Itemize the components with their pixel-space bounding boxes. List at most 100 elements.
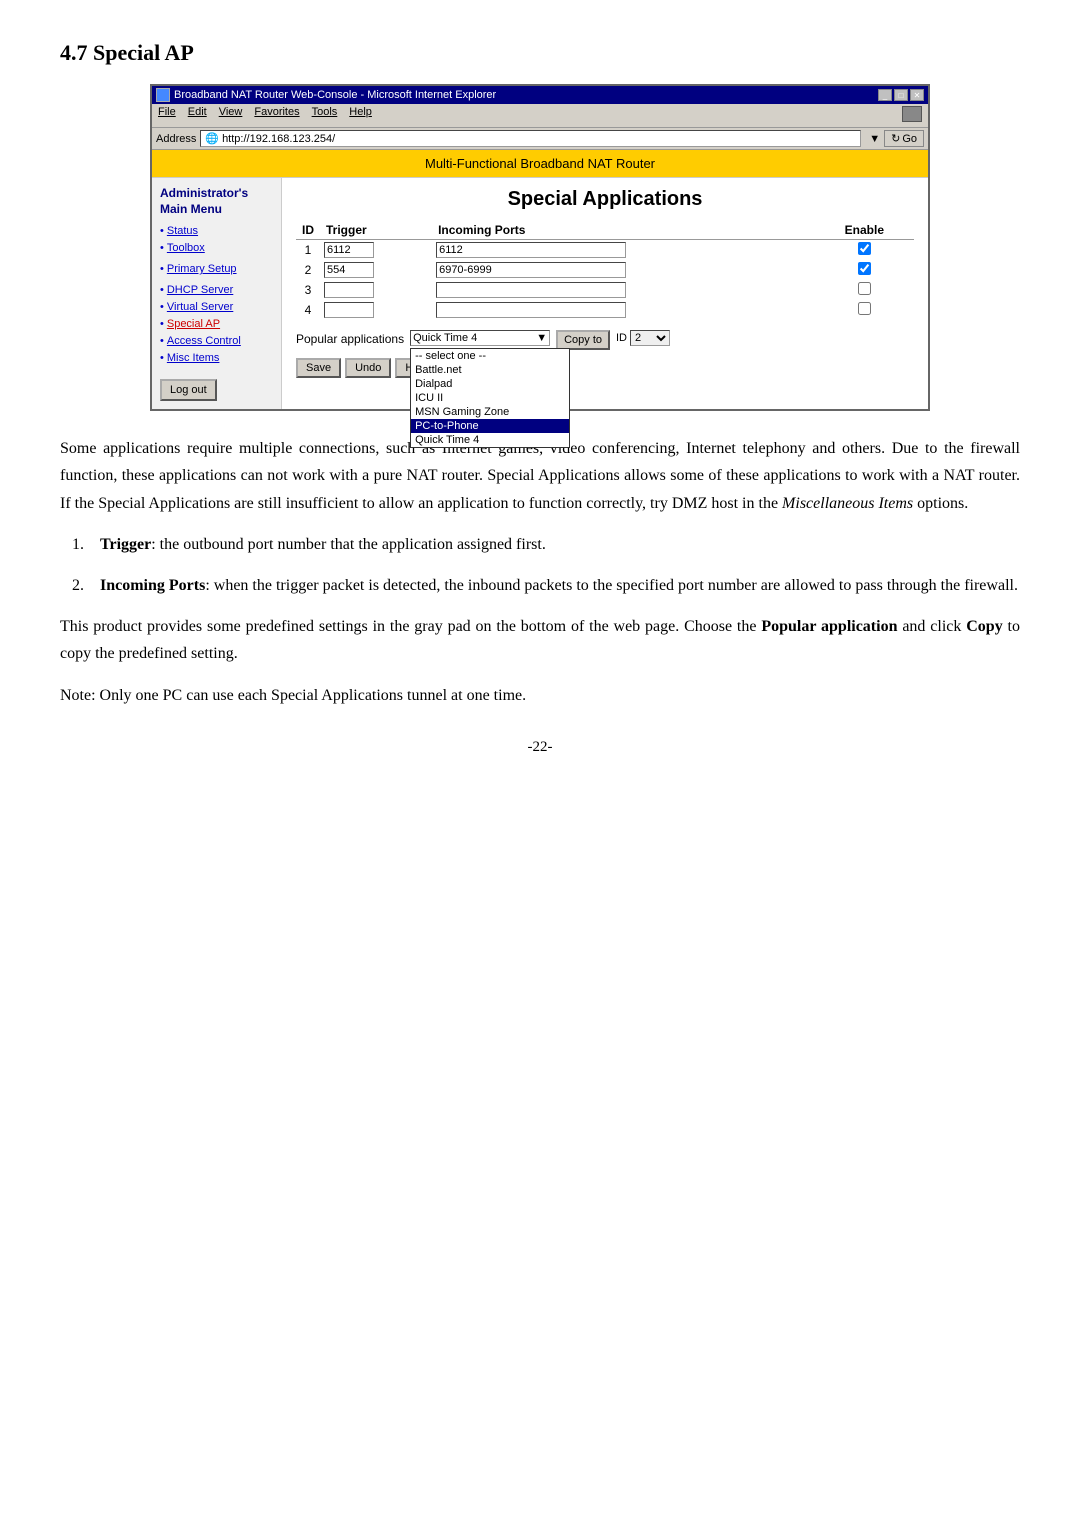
select-arrow-icon: ▼	[536, 332, 547, 344]
row3-trigger-cell	[320, 280, 432, 300]
option-battle-net[interactable]: Battle.net	[411, 363, 569, 377]
logout-button[interactable]: Log out	[160, 379, 217, 401]
sidebar-item-special-ap[interactable]: Special AP	[160, 318, 273, 333]
dropdown-arrow[interactable]: ▼	[869, 133, 880, 145]
refresh-icon: ↻	[891, 132, 900, 145]
menu-help[interactable]: Help	[349, 106, 372, 125]
sidebar-link-special-ap[interactable]: Special AP	[167, 318, 220, 330]
option-icu-ii[interactable]: ICU II	[411, 391, 569, 405]
menu-favorites[interactable]: Favorites	[254, 106, 299, 125]
address-input[interactable]: 🌐 http://192.168.123.254/	[200, 130, 861, 147]
address-icon: 🌐	[205, 132, 219, 145]
option-select-one[interactable]: -- select one --	[411, 349, 569, 363]
sidebar-item-access-control[interactable]: Access Control	[160, 335, 273, 350]
row4-incoming-cell	[432, 300, 815, 320]
row1-id: 1	[296, 240, 320, 261]
body-text: Some applications require multiple conne…	[60, 435, 1020, 709]
row4-enable-checkbox[interactable]	[858, 302, 871, 315]
menu-file[interactable]: File	[158, 106, 176, 125]
go-button[interactable]: ↻ Go	[884, 130, 924, 147]
popular-app-bold: Popular application	[761, 618, 897, 635]
sidebar-link-misc[interactable]: Misc Items	[167, 352, 220, 364]
col-incoming: Incoming Ports	[432, 221, 815, 240]
option-quicktime4[interactable]: Quick Time 4	[411, 433, 569, 447]
menu-tools[interactable]: Tools	[312, 106, 338, 125]
incoming-ports-term: Incoming Ports	[100, 577, 205, 594]
list-num-2: 2.	[60, 572, 84, 599]
sidebar-item-dhcp[interactable]: DHCP Server	[160, 284, 273, 299]
row3-id: 3	[296, 280, 320, 300]
row1-incoming-input[interactable]	[436, 242, 626, 258]
save-button[interactable]: Save	[296, 358, 341, 378]
row2-enable-cell	[815, 260, 914, 280]
popular-row: Popular applications Quick Time 4 ▼ -- s…	[296, 330, 914, 350]
menu-view[interactable]: View	[219, 106, 243, 125]
option-pc-to-phone[interactable]: PC-to-Phone	[411, 419, 569, 433]
row2-enable-checkbox[interactable]	[858, 262, 871, 275]
titlebar-left: Broadband NAT Router Web-Console - Micro…	[156, 88, 496, 102]
row2-trigger-cell	[320, 260, 432, 280]
col-id: ID	[296, 221, 320, 240]
router-main: Special Applications ID Trigger Incoming…	[282, 178, 928, 409]
sidebar-item-virtual-server[interactable]: Virtual Server	[160, 301, 273, 316]
row3-enable-checkbox[interactable]	[858, 282, 871, 295]
sidebar-link-primary-setup[interactable]: Primary Setup	[167, 263, 237, 275]
page-footer: -22-	[60, 739, 1020, 756]
copy-bold: Copy	[966, 618, 1002, 635]
row4-trigger-input[interactable]	[324, 302, 374, 318]
row1-enable-checkbox[interactable]	[858, 242, 871, 255]
sidebar-link-status[interactable]: Status	[167, 225, 198, 237]
row2-incoming-cell	[432, 260, 815, 280]
row4-id: 4	[296, 300, 320, 320]
row1-incoming-cell	[432, 240, 815, 261]
row2-trigger-input[interactable]	[324, 262, 374, 278]
popular-select-wrapper: Quick Time 4 ▼ -- select one -- Battle.n…	[410, 330, 550, 346]
row2-incoming-input[interactable]	[436, 262, 626, 278]
option-dialpad[interactable]: Dialpad	[411, 377, 569, 391]
sidebar-title: Administrator's Main Menu	[160, 186, 273, 217]
table-row: 1	[296, 240, 914, 261]
popular-select[interactable]: Quick Time 4 ▼	[410, 330, 550, 346]
browser-window: Broadband NAT Router Web-Console - Micro…	[150, 84, 930, 411]
browser-menubar: File Edit View Favorites Tools Help	[152, 104, 928, 128]
sidebar-link-virtual-server[interactable]: Virtual Server	[167, 301, 233, 313]
sidebar-item-misc[interactable]: Misc Items	[160, 352, 273, 367]
list-content-2: Incoming Ports: when the trigger packet …	[100, 572, 1020, 599]
option-msn-gaming[interactable]: MSN Gaming Zone	[411, 405, 569, 419]
maximize-button[interactable]: □	[894, 89, 908, 101]
row3-enable-cell	[815, 280, 914, 300]
minimize-button[interactable]: _	[878, 89, 892, 101]
window-controls[interactable]: _ □ ✕	[878, 89, 924, 101]
sidebar-link-toolbox[interactable]: Toolbox	[167, 242, 205, 254]
sidebar-item-toolbox[interactable]: Toolbox	[160, 242, 273, 257]
row4-incoming-input[interactable]	[436, 302, 626, 318]
popular-dropdown[interactable]: -- select one -- Battle.net Dialpad ICU …	[410, 348, 570, 448]
address-url[interactable]: http://192.168.123.254/	[222, 133, 335, 145]
list-item-1: 1. Trigger: the outbound port number tha…	[60, 531, 1020, 558]
menu-edit[interactable]: Edit	[188, 106, 207, 125]
sidebar-item-status[interactable]: Status	[160, 225, 273, 240]
router-content: Multi-Functional Broadband NAT Router Ad…	[152, 150, 928, 409]
bottom-buttons: Save Undo Help	[296, 358, 914, 378]
router-sidebar: Administrator's Main Menu Status Toolbox…	[152, 178, 282, 409]
main-title: Special Applications	[296, 188, 914, 211]
row1-enable-cell	[815, 240, 914, 261]
sidebar-link-dhcp[interactable]: DHCP Server	[167, 284, 233, 296]
row4-trigger-cell	[320, 300, 432, 320]
row1-trigger-cell	[320, 240, 432, 261]
page-number: -22-	[528, 739, 553, 755]
browser-titlebar: Broadband NAT Router Web-Console - Micro…	[152, 86, 928, 104]
copy-button[interactable]: Copy to	[556, 330, 610, 350]
undo-button[interactable]: Undo	[345, 358, 391, 378]
row1-trigger-input[interactable]	[324, 242, 374, 258]
popular-label: Popular applications	[296, 330, 404, 346]
sidebar-item-primary-setup[interactable]: Primary Setup	[160, 263, 273, 278]
row3-trigger-input[interactable]	[324, 282, 374, 298]
close-button[interactable]: ✕	[910, 89, 924, 101]
toolbar-icon	[902, 106, 922, 125]
sidebar-link-access-control[interactable]: Access Control	[167, 335, 241, 347]
page-heading: 4.7 Special AP	[60, 40, 1020, 66]
row3-incoming-input[interactable]	[436, 282, 626, 298]
paragraph-2: This product provides some predefined se…	[60, 613, 1020, 667]
id-select[interactable]: 1 2 3 4	[630, 330, 670, 346]
